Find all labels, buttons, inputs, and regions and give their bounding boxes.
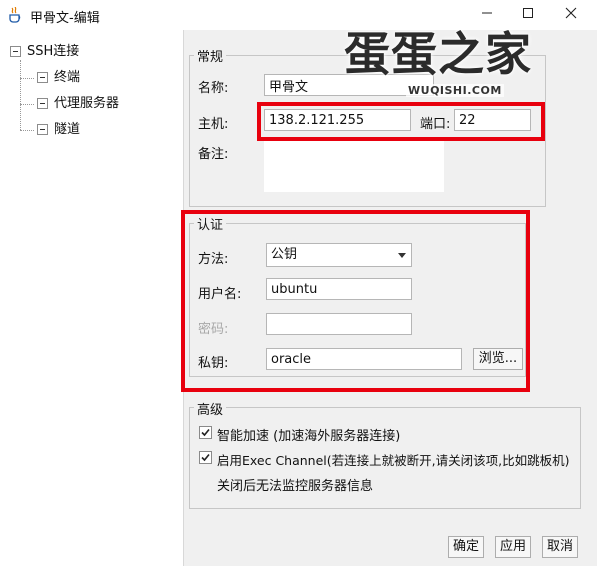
watermark-logo: 蛋蛋之家 WUQISHI.COM — [344, 26, 576, 104]
tree-item-label: 代理服务器 — [54, 96, 120, 111]
edit-session-dialog: 甲骨文-编辑 SSH连接 终端 代理服务器 隧道 常规 名称: 甲骨文 主机: … — [0, 0, 597, 566]
host-field[interactable] — [264, 109, 411, 131]
advanced-group-title: 高级 — [194, 399, 227, 418]
tree-connector — [20, 130, 34, 131]
minimize-button[interactable] — [475, 4, 499, 26]
notes-label: 备注: — [198, 147, 229, 162]
port-label: 端口: — [420, 117, 451, 132]
tree-connector — [20, 104, 34, 105]
tree-connector — [20, 60, 21, 130]
collapse-icon[interactable] — [10, 46, 21, 57]
smart-accel-checkbox[interactable] — [199, 426, 212, 439]
close-button[interactable] — [559, 4, 583, 26]
settings-tree: SSH连接 终端 代理服务器 隧道 — [0, 30, 184, 566]
tree-item-ssh[interactable]: SSH连接 — [10, 42, 79, 62]
settings-content: 常规 名称: 主机: 端口: 备注: 认证 方法: 公钥 用户名: 密码: 私钥… — [184, 30, 597, 566]
ok-button[interactable]: 确定 — [448, 536, 484, 558]
method-label: 方法: — [198, 252, 229, 267]
tree-item-tunnel[interactable]: 隧道 — [37, 120, 80, 140]
username-label: 用户名: — [198, 287, 242, 302]
chevron-down-icon — [398, 253, 406, 258]
general-group-title: 常规 — [194, 46, 227, 65]
auth-method-value: 公钥 — [271, 247, 298, 262]
exec-channel-checkbox[interactable] — [199, 451, 212, 464]
maximize-button[interactable] — [516, 4, 540, 26]
auth-method-select[interactable]: 公钥 — [266, 243, 412, 267]
collapse-icon[interactable] — [37, 124, 48, 135]
check-icon — [201, 453, 210, 462]
auth-group-title: 认证 — [194, 214, 227, 233]
watermark-text: 蛋蛋之家 — [344, 27, 532, 81]
private-key-label: 私钥: — [198, 356, 229, 371]
watermark-url: WUQISHI.COM — [406, 84, 504, 97]
tree-item-label: 终端 — [54, 70, 81, 85]
username-field[interactable] — [266, 278, 412, 300]
exec-channel-label: 启用Exec Channel(若连接上就被断开,请关闭该项,比如跳板机) — [217, 453, 570, 468]
browse-button[interactable]: 浏览... — [473, 348, 523, 370]
check-icon — [201, 428, 210, 437]
notes-textarea[interactable] — [264, 140, 444, 192]
window-title: 甲骨文-编辑 — [30, 11, 100, 26]
cancel-button[interactable]: 取消 — [542, 536, 578, 558]
password-label: 密码: — [198, 322, 229, 337]
private-key-field[interactable] — [266, 348, 462, 370]
smart-accel-label: 智能加速 (加速海外服务器连接) — [217, 429, 401, 444]
tree-item-label: 隧道 — [54, 122, 81, 137]
tree-connector — [20, 78, 34, 79]
apply-button[interactable]: 应用 — [495, 536, 531, 558]
java-app-icon — [8, 6, 22, 23]
tree-item-label: SSH连接 — [27, 44, 80, 59]
exec-channel-note: 关闭后无法监控服务器信息 — [217, 479, 374, 494]
collapse-icon[interactable] — [37, 98, 48, 109]
collapse-icon[interactable] — [37, 72, 48, 83]
tree-item-proxy[interactable]: 代理服务器 — [37, 94, 119, 114]
tree-item-terminal[interactable]: 终端 — [37, 68, 80, 88]
host-label: 主机: — [198, 117, 229, 132]
name-label: 名称: — [198, 81, 229, 96]
password-field[interactable] — [266, 313, 412, 335]
port-field[interactable] — [454, 109, 531, 131]
